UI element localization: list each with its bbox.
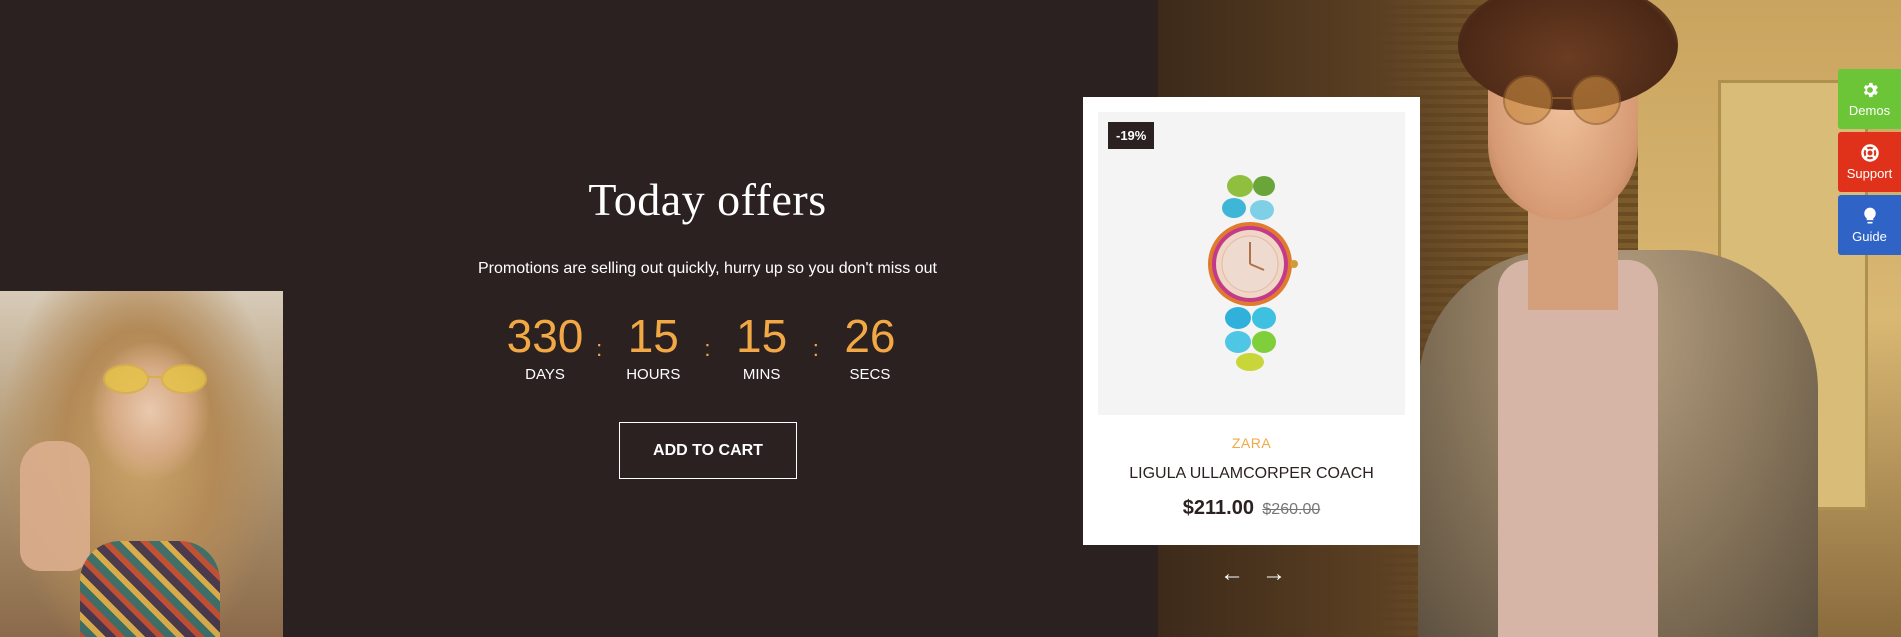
gear-icon [1863,82,1878,98]
discount-badge: -19% [1108,122,1155,149]
countdown-days: 330 DAYS [500,308,590,383]
watch-image [1208,175,1298,371]
countdown-separator: : [596,336,603,361]
model-photo-left [0,291,283,637]
countdown-secs: 26 SECS [825,308,915,383]
guide-label: Guide [1852,229,1887,244]
countdown-separator: : [812,336,819,361]
product-price: $211.00 [1182,497,1254,519]
offer-heading: Today offers [470,173,945,226]
sunglasses-graphic [1503,75,1621,125]
demos-button[interactable]: Demos [1838,69,1901,129]
countdown-mins-label: MINS [742,366,781,383]
countdown-days-value: 330 [506,310,584,362]
support-button[interactable]: Support [1838,132,1901,192]
lightbulb-icon [1863,207,1876,224]
countdown-mins-value: 15 [736,310,788,362]
arrow-left-icon[interactable]: ← [1218,560,1246,587]
product-image[interactable]: -19% [1098,112,1405,415]
hand-shape [20,441,90,571]
offer-title: Today offers [588,174,827,225]
add-to-cart-button[interactable]: ADD TO CART [619,422,797,479]
countdown-hours: 15 HOURS [608,308,698,383]
countdown-secs-value: 26 [844,310,896,362]
product-old-price: $260.00 [1262,501,1321,518]
lifebuoy-icon [1860,144,1879,162]
product-brand[interactable]: ZARA [1083,435,1420,451]
countdown-days-label: DAYS [525,366,565,383]
countdown-timer: 330 DAYS : 15 HOURS : 15 MINS : 26 SECS [500,308,915,388]
product-name[interactable]: LIGULA ULLAMCORPER COACH [1083,465,1420,483]
demos-label: Demos [1848,103,1891,118]
guide-button[interactable]: Guide [1838,195,1901,255]
shirt-pattern [80,541,220,637]
countdown-mins: 15 MINS [717,308,807,383]
countdown-hours-label: HOURS [626,366,681,383]
product-prices: $211.00 $260.00 [1083,497,1420,520]
top-shape [1498,260,1658,637]
carousel-arrows: ← → [1218,560,1288,587]
countdown-separator: : [704,336,711,361]
sunglasses-graphic [103,364,207,394]
support-label: Support [1846,166,1893,181]
offer-subtitle: Promotions are selling out quickly, hurr… [478,260,937,277]
countdown-secs-label: SECS [849,366,891,383]
product-card[interactable]: -19% ZARA LIGULA ULLAMCORPER COACH $211.… [1083,97,1420,545]
arrow-right-icon[interactable]: → [1260,560,1288,587]
countdown-hours-value: 15 [627,310,679,362]
